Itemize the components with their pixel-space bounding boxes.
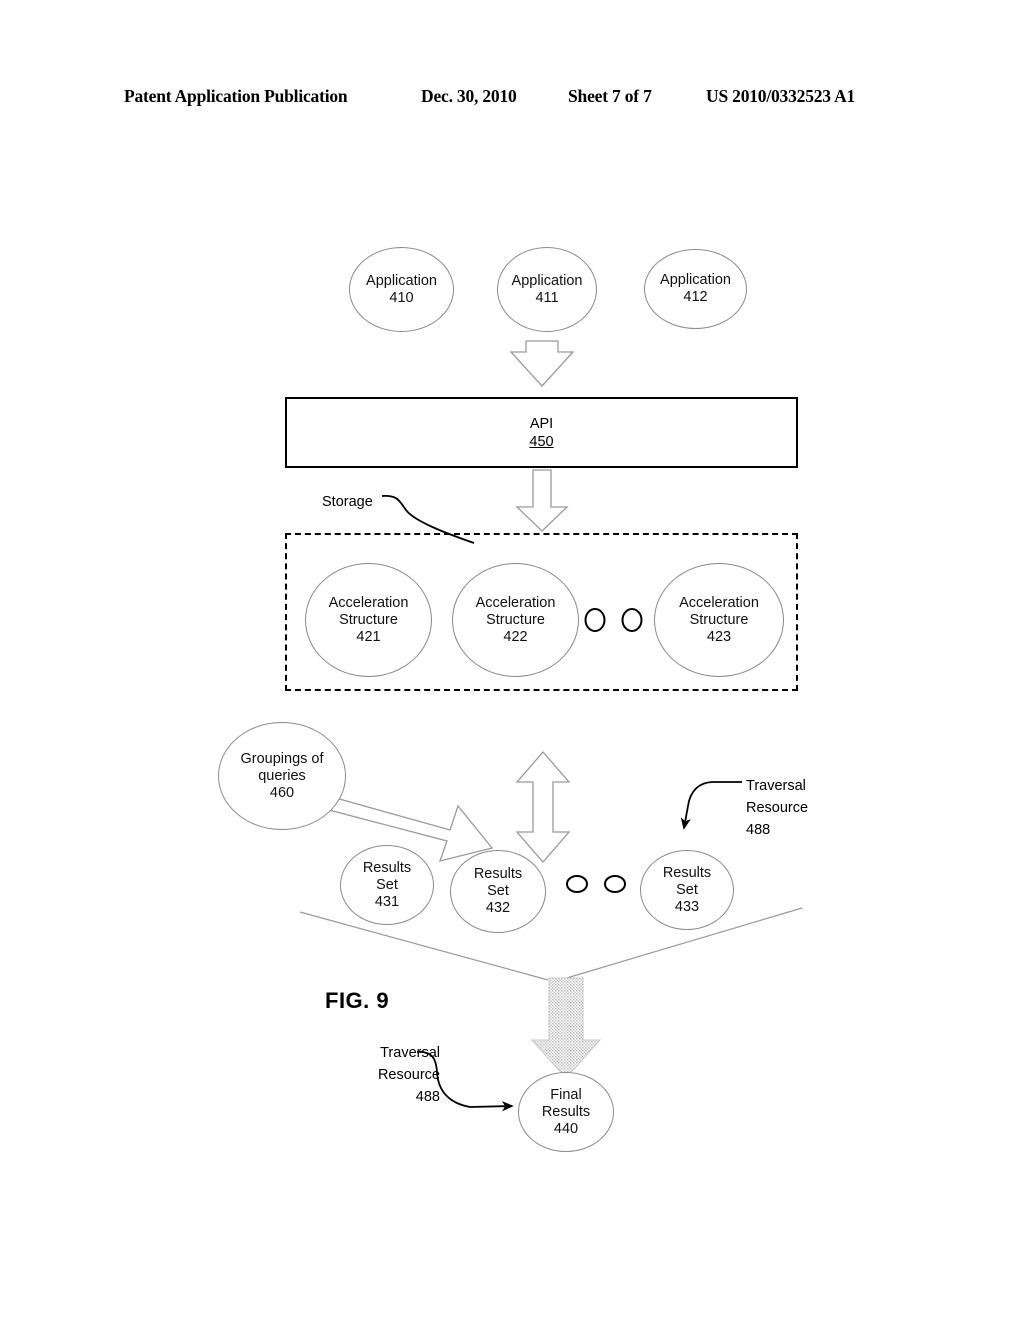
traversal-resource-top-label: Traversal Resource 488 <box>746 775 808 841</box>
figure-caption: FIG. 9 <box>325 988 390 1013</box>
page-header: Patent Application Publication Dec. 30, … <box>0 86 1024 112</box>
node-application-410[interactable]: Application 410 <box>349 247 454 332</box>
results-set-433-ref: 433 <box>674 898 700 915</box>
traversal-resource-top-ref: 488 <box>746 822 771 838</box>
traversal-resource-bottom-line2: Resource <box>377 1067 440 1083</box>
acceleration-structure-423-line2: Structure <box>689 611 749 628</box>
double-headed-arrow-storage-results <box>515 751 571 863</box>
api-label: API <box>529 415 554 432</box>
application-412-label: Application <box>660 272 731 288</box>
traversal-resource-top-line1: Traversal <box>746 778 806 794</box>
groupings-line2: queries <box>258 767 306 784</box>
final-results-line2: Results <box>541 1103 591 1120</box>
results-set-432-line1: Results <box>473 866 523 882</box>
application-410-ref: 410 <box>389 289 414 306</box>
acceleration-structure-422-line1: Acceleration <box>475 594 556 611</box>
results-set-431-line2: Set <box>376 876 398 893</box>
application-412-ref: 412 <box>683 289 708 305</box>
results-ellipsis-marks <box>566 875 626 893</box>
header-patent-number: US 2010/0332523 A1 <box>706 86 856 106</box>
patent-figure-page: Patent Application Publication Dec. 30, … <box>0 0 1024 1320</box>
header-date: Dec. 30, 2010 <box>421 86 517 106</box>
traversal-resource-bottom-ref: 488 <box>415 1089 440 1105</box>
funnel-output-arrow <box>530 977 602 1079</box>
acceleration-structure-422-line2: Structure <box>486 611 545 628</box>
results-set-431-line1: Results <box>362 859 412 876</box>
node-acceleration-structure-422[interactable]: Acceleration Structure 422 <box>452 563 579 677</box>
acceleration-structure-421-ref: 421 <box>356 628 381 645</box>
node-acceleration-structure-423[interactable]: Acceleration Structure 423 <box>654 563 784 677</box>
node-acceleration-structure-421[interactable]: Acceleration Structure 421 <box>305 563 432 677</box>
traversal-resource-bottom-line1: Traversal <box>380 1045 440 1061</box>
node-application-411[interactable]: Application 411 <box>497 247 597 332</box>
node-api-450[interactable]: API 450 <box>285 397 798 468</box>
results-set-432-ref: 432 <box>485 900 511 916</box>
node-final-results-440[interactable]: Final Results 440 <box>518 1072 614 1152</box>
block-arrow-api-to-storage <box>515 469 569 532</box>
acceleration-structure-421-line2: Structure <box>339 611 398 628</box>
groupings-line1: Groupings of <box>240 750 324 767</box>
header-sheet-number: Sheet 7 of 7 <box>568 86 652 106</box>
final-results-line1: Final <box>550 1086 582 1103</box>
api-ref: 450 <box>529 433 554 450</box>
node-results-set-432[interactable]: Results Set 432 <box>450 850 546 933</box>
acceleration-structure-421-line1: Acceleration <box>328 594 409 611</box>
results-set-433-line2: Set <box>676 881 698 898</box>
node-results-set-431[interactable]: Results Set 431 <box>340 845 434 925</box>
traversal-resource-top-line2: Resource <box>746 800 809 816</box>
application-411-label: Application <box>511 272 583 289</box>
header-publication: Patent Application Publication <box>124 86 348 106</box>
node-results-set-433[interactable]: Results Set 433 <box>640 850 734 930</box>
final-results-ref: 440 <box>553 1120 579 1137</box>
acceleration-structure-422-ref: 422 <box>503 628 528 645</box>
application-410-label: Application <box>366 272 437 289</box>
results-set-433-line1: Results <box>662 864 712 881</box>
acceleration-structure-423-ref: 423 <box>706 628 732 645</box>
groupings-ref: 460 <box>269 784 295 801</box>
block-arrow-applications-to-api <box>509 340 575 387</box>
traversal-resource-bottom-label: Traversal Resource 488 <box>328 1042 440 1108</box>
results-set-431-ref: 431 <box>374 893 400 910</box>
node-application-412[interactable]: Application 412 <box>644 249 747 329</box>
storage-label: Storage <box>322 494 373 510</box>
traversal-resource-top-leader <box>680 781 742 830</box>
application-411-ref: 411 <box>535 289 559 306</box>
results-set-432-line2: Set <box>487 883 509 899</box>
node-groupings-of-queries-460[interactable]: Groupings of queries 460 <box>218 722 346 830</box>
acceleration-structure-423-line1: Acceleration <box>679 594 759 611</box>
